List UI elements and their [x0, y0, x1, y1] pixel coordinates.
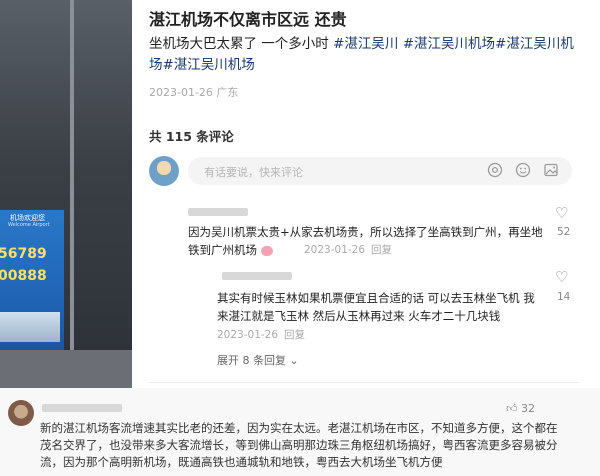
- post-title: 湛江机场不仅离市区远 还贵: [149, 10, 347, 29]
- reply-like-count: 14: [557, 291, 571, 303]
- comment-meta: 2023-01-26 回复: [304, 242, 392, 257]
- bottom-username-redacted: [42, 404, 122, 412]
- thumbs-up-icon: 👍︎: [506, 402, 518, 415]
- at-icon[interactable]: [486, 162, 504, 180]
- emoji-icon[interactable]: [514, 162, 532, 180]
- user-avatar[interactable]: [149, 156, 179, 186]
- reply-text: 其实有时候玉林如果机票便宜且合适的话 可以去玉林坐飞机 我来湛江就是飞玉林 然后…: [217, 291, 535, 323]
- road: [0, 350, 132, 392]
- reply-button[interactable]: 回复: [371, 244, 392, 256]
- image-icon[interactable]: [542, 162, 560, 180]
- bus-window: [0, 312, 60, 342]
- comment-placeholder: 有话要说，快来评论: [204, 166, 303, 179]
- comment-username-redacted: [188, 208, 248, 216]
- expand-replies-label: 展开 8 条回复: [217, 354, 286, 367]
- expand-replies-button[interactable]: 展开 8 条回复 ⌄: [217, 352, 299, 368]
- bottom-avatar[interactable]: [8, 400, 34, 426]
- post-photo[interactable]: 机场欢迎您 Welcome Airport 56789 00888: [0, 0, 132, 392]
- bus-sign-sub: Welcome Airport: [8, 222, 50, 228]
- post-body-text: 坐机场大巴太累了 一个多小时: [149, 36, 329, 52]
- comment-date: 2023-01-26: [304, 244, 366, 256]
- post-tag[interactable]: #湛江吴川: [333, 36, 398, 52]
- comments-count: 共 115 条评论: [149, 129, 234, 144]
- comment-input[interactable]: 有话要说，快来评论: [188, 157, 572, 185]
- pig-face-emoji-icon: [260, 245, 273, 256]
- bottom-like-count: 32: [521, 402, 535, 415]
- photo-pole: [70, 0, 74, 392]
- bottom-like[interactable]: 👍︎ 32: [506, 402, 535, 415]
- post-body: 坐机场大巴太累了 一个多小时 #湛江吴川 #湛江吴川机场#湛江吴川机场#湛江吴川…: [149, 34, 579, 76]
- reply-date: 2023-01-26: [217, 329, 279, 341]
- chevron-down-icon: ⌄: [289, 354, 299, 367]
- like-heart-icon[interactable]: ♡: [555, 268, 568, 286]
- bottom-comment-text: 新的湛江机场客流增速其实比老的还差，因为实在太远。老湛江机场在市区，不知道多方便…: [40, 421, 558, 469]
- post-tag[interactable]: #湛江吴川机场: [163, 57, 255, 73]
- like-heart-icon[interactable]: ♡: [555, 204, 568, 222]
- bus-phone-2: 00888: [0, 268, 47, 284]
- reply-meta: 2023-01-26 回复: [217, 327, 305, 342]
- post-meta: 2023-01-26 广东: [149, 86, 239, 99]
- comment-like-count: 52: [557, 226, 571, 238]
- divider: [149, 382, 579, 383]
- reply-username-redacted: [222, 272, 292, 280]
- reply-button[interactable]: 回复: [284, 329, 305, 341]
- post-tag[interactable]: #湛江吴川机场: [403, 36, 495, 52]
- bus-phone-1: 56789: [0, 246, 47, 262]
